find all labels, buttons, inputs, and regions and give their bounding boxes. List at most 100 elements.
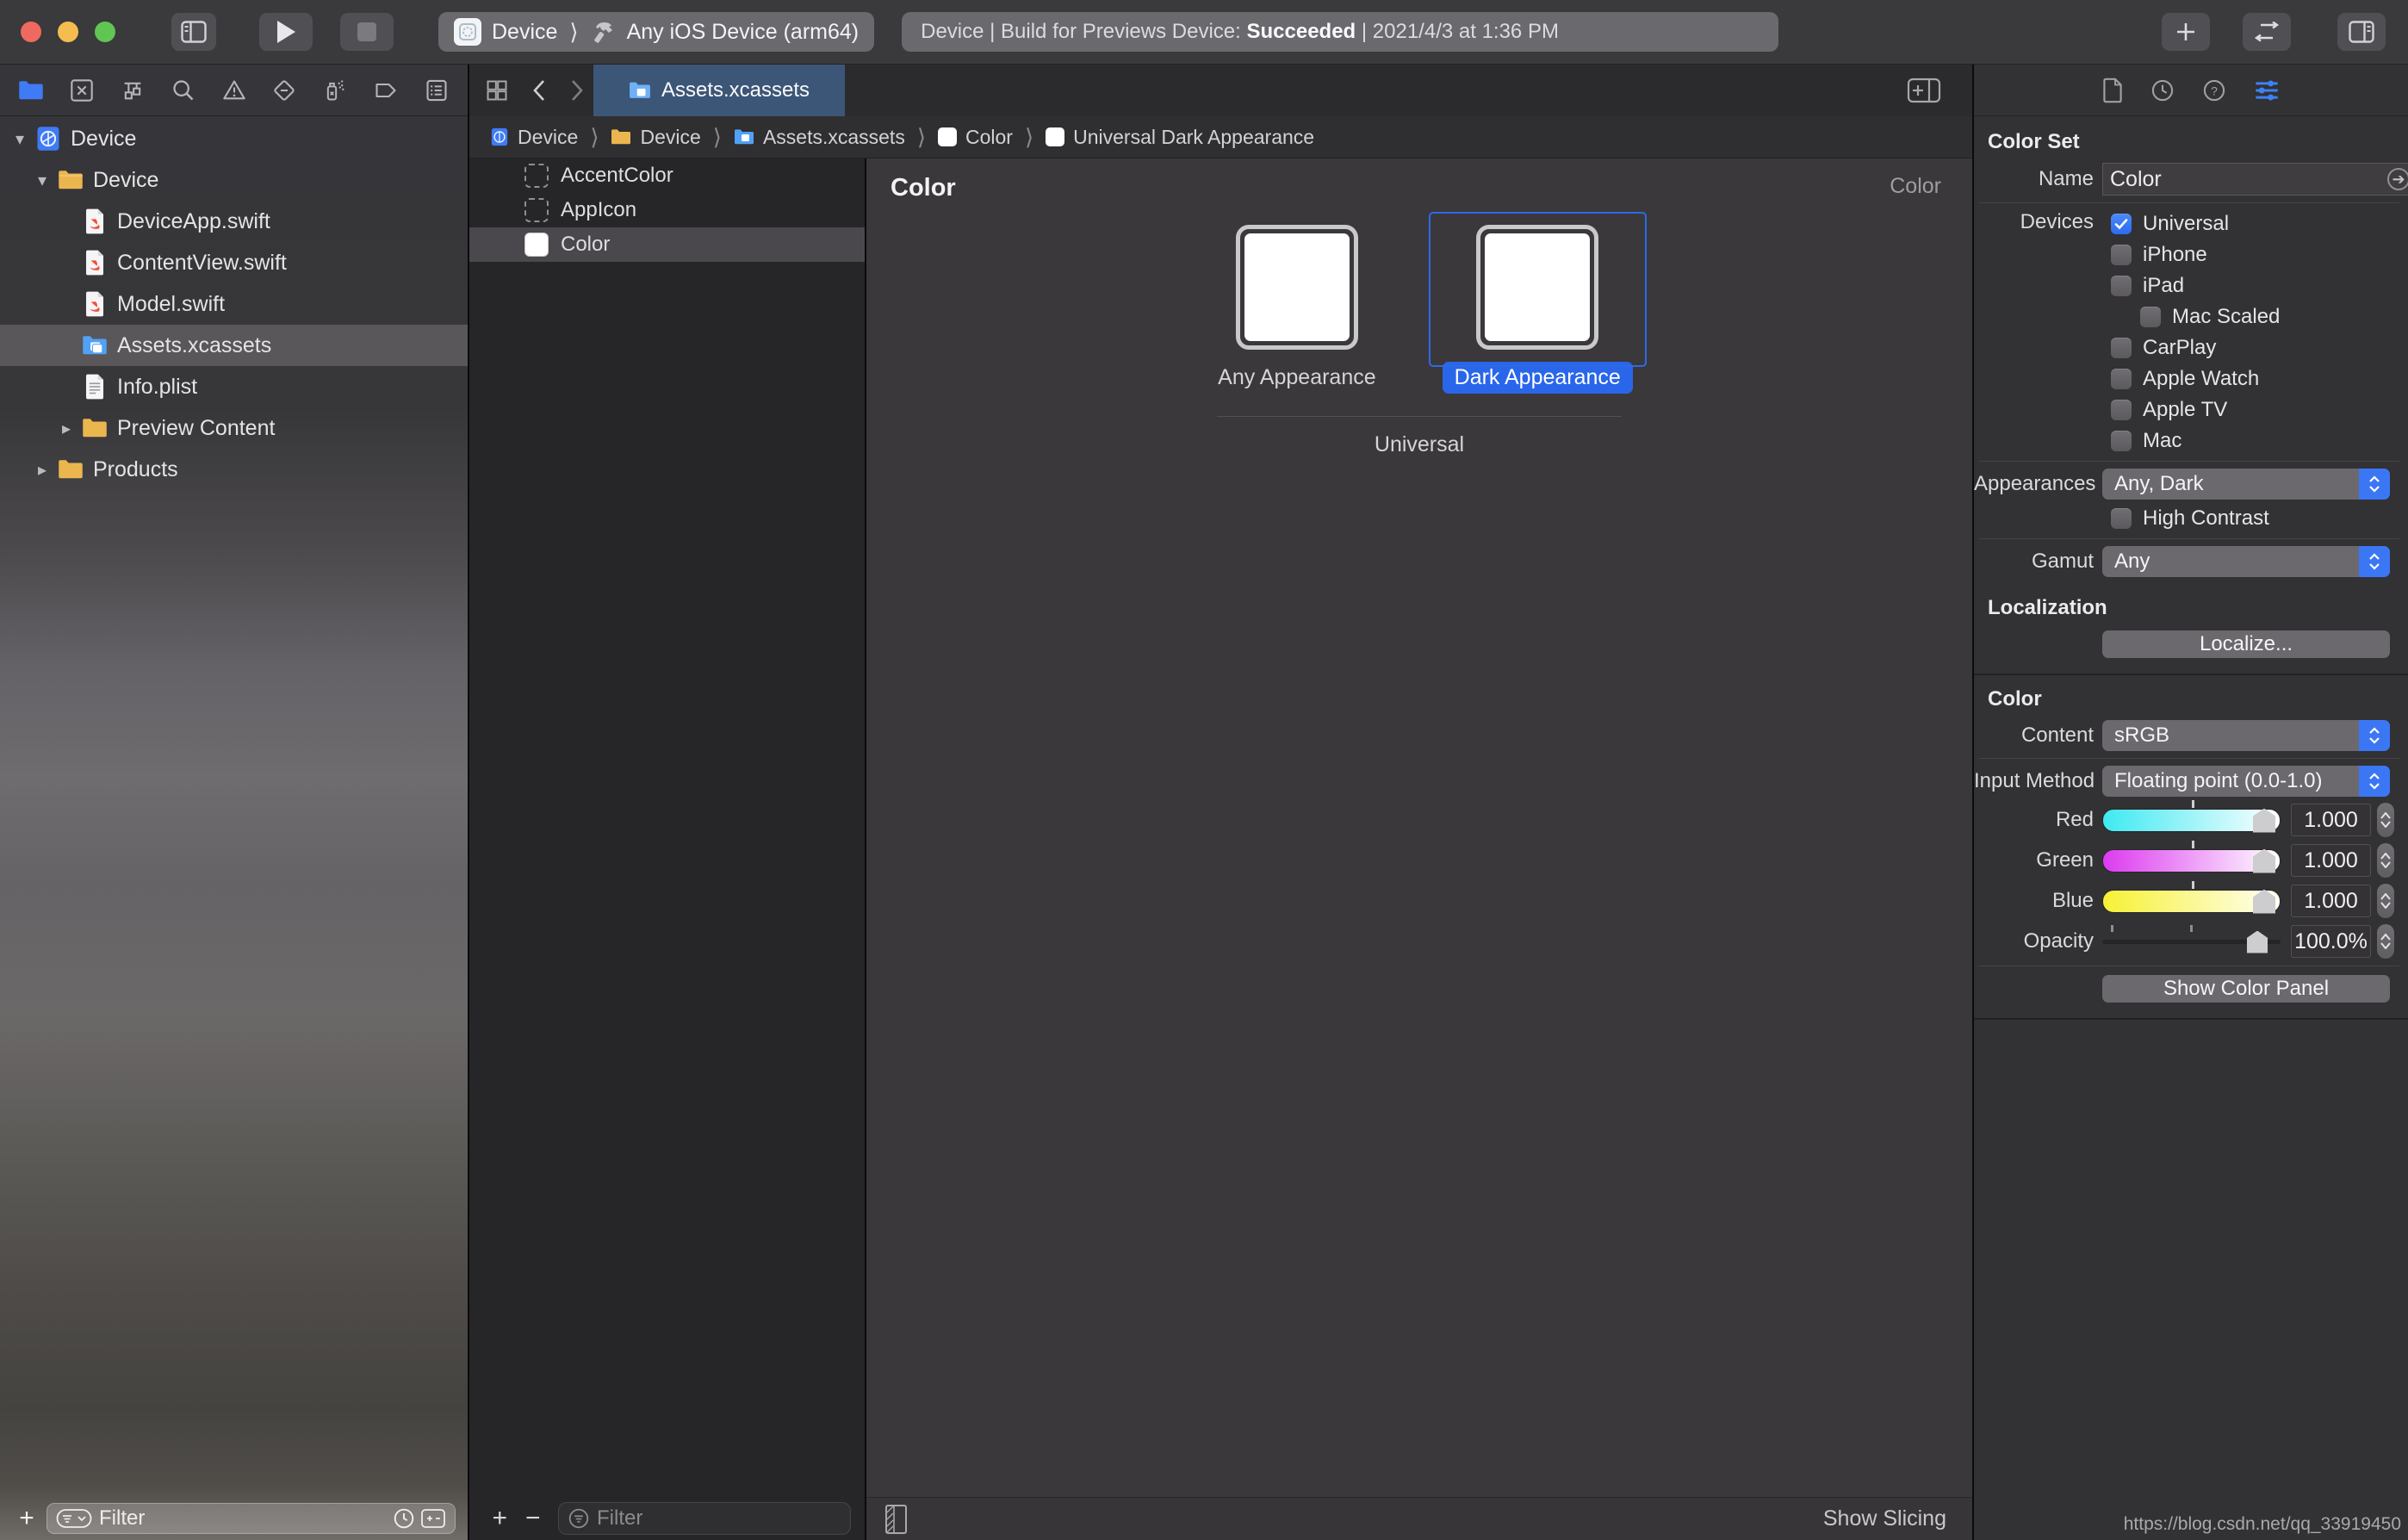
checkbox-icon[interactable] xyxy=(2140,307,2161,327)
tree-row-info-plist[interactable]: Info.plist xyxy=(0,366,468,407)
high-contrast-checkbox[interactable]: High Contrast xyxy=(2111,505,2399,531)
tree-row-model-swift[interactable]: Model.swift xyxy=(0,283,468,325)
toggle-right-sidebar-button[interactable] xyxy=(2337,13,2386,51)
appearances-popup[interactable]: Any, Dark xyxy=(2102,469,2390,500)
opacity-slider-thumb[interactable] xyxy=(2247,931,2268,953)
tree-row-assets-xcassets[interactable]: Assets.xcassets xyxy=(0,325,468,366)
disclosure-closed-icon[interactable]: ▸ xyxy=(31,459,53,481)
activity-status-bar[interactable]: Device | Build for Previews Device: Succ… xyxy=(902,12,1778,52)
device-checkbox-ipad[interactable]: iPad xyxy=(2111,272,2399,299)
asset-filter-input[interactable] xyxy=(597,1506,864,1531)
red-slider[interactable] xyxy=(2102,809,2281,832)
close-window-button[interactable] xyxy=(21,22,41,42)
red-stepper[interactable] xyxy=(2377,803,2394,837)
tree-row-project-device[interactable]: ▾ Device xyxy=(0,118,468,159)
dark-appearance-well[interactable]: Dark Appearance xyxy=(1443,225,1633,394)
zoom-window-button[interactable] xyxy=(95,22,115,42)
report-navigator-tab[interactable] xyxy=(418,71,456,109)
green-stepper[interactable] xyxy=(2377,843,2394,878)
tree-row-products[interactable]: ▸ Products xyxy=(0,449,468,490)
checkbox-icon[interactable] xyxy=(2111,338,2132,358)
asset-row-accentcolor[interactable]: AccentColor xyxy=(469,158,865,193)
device-checkbox-mac-scaled[interactable]: Mac Scaled xyxy=(2140,303,2399,330)
breadcrumb-item-variant[interactable]: Universal Dark Appearance xyxy=(1046,126,1314,149)
blue-value-field[interactable]: 1.000 xyxy=(2291,885,2371,917)
scheme-selector[interactable]: Device ⟩ Any iOS Device (arm64) xyxy=(438,12,874,52)
opacity-value-field[interactable]: 100.0% xyxy=(2291,925,2371,958)
checkbox-icon[interactable] xyxy=(2111,276,2132,296)
checkbox-icon[interactable] xyxy=(2111,508,2132,529)
asset-row-appicon[interactable]: AppIcon xyxy=(469,193,865,227)
device-checkbox-universal[interactable]: Universal xyxy=(2111,210,2399,237)
add-asset-button[interactable]: + xyxy=(483,1504,517,1533)
issue-navigator-tab[interactable] xyxy=(215,71,253,109)
test-navigator-tab[interactable] xyxy=(265,71,303,109)
tree-row-deviceapp-swift[interactable]: DeviceApp.swift xyxy=(0,201,468,242)
device-checkbox-iphone[interactable]: iPhone xyxy=(2111,241,2399,268)
opacity-slider[interactable] xyxy=(2102,930,2281,953)
minimize-window-button[interactable] xyxy=(58,22,78,42)
opacity-stepper[interactable] xyxy=(2377,924,2394,959)
blue-stepper[interactable] xyxy=(2377,884,2394,918)
related-items-icon[interactable] xyxy=(485,78,509,102)
add-file-button[interactable]: + xyxy=(12,1504,41,1533)
localize-button[interactable]: Localize... xyxy=(2102,630,2390,658)
blue-slider-thumb[interactable] xyxy=(2253,890,2275,914)
stop-button[interactable] xyxy=(340,13,394,51)
file-inspector-tab-icon[interactable] xyxy=(2102,78,2123,103)
source-control-status-icon[interactable] xyxy=(420,1507,446,1530)
checkbox-icon[interactable] xyxy=(2111,400,2132,420)
device-checkbox-apple-tv[interactable]: Apple TV xyxy=(2111,396,2399,423)
slicing-icon[interactable] xyxy=(880,1502,911,1537)
tree-row-contentview-swift[interactable]: ContentView.swift xyxy=(0,242,468,283)
content-popup[interactable]: sRGB xyxy=(2102,720,2390,751)
checkbox-icon[interactable] xyxy=(2111,369,2132,389)
project-navigator-tab[interactable] xyxy=(12,71,50,109)
symbol-navigator-tab[interactable] xyxy=(114,71,152,109)
red-slider-thumb[interactable] xyxy=(2253,809,2275,833)
input-method-popup[interactable]: Floating point (0.0-1.0) xyxy=(2102,766,2390,797)
source-control-navigator-tab[interactable] xyxy=(63,71,101,109)
color-well[interactable] xyxy=(1476,225,1598,350)
asset-filter-field[interactable] xyxy=(558,1502,851,1535)
checkbox-icon[interactable] xyxy=(2111,431,2132,451)
any-appearance-well[interactable]: Any Appearance xyxy=(1206,225,1387,394)
name-input[interactable] xyxy=(2110,167,2387,192)
tree-row-preview-content[interactable]: ▸ Preview Content xyxy=(0,407,468,449)
green-value-field[interactable]: 1.000 xyxy=(2291,844,2371,877)
library-add-button[interactable] xyxy=(2162,13,2210,51)
forward-chevron-icon[interactable] xyxy=(569,78,585,102)
gamut-popup[interactable]: Any xyxy=(2102,546,2390,577)
help-inspector-tab-icon[interactable]: ? xyxy=(2202,78,2226,102)
breakpoint-navigator-tab[interactable] xyxy=(367,71,405,109)
device-checkbox-mac[interactable]: Mac xyxy=(2111,427,2399,454)
run-button[interactable] xyxy=(259,13,313,51)
debug-navigator-tab[interactable] xyxy=(316,71,354,109)
navigator-filter-input[interactable] xyxy=(99,1506,393,1531)
add-editor-button[interactable] xyxy=(1907,65,1972,116)
tab-assets-xcassets[interactable]: Assets.xcassets xyxy=(593,65,845,116)
name-field[interactable]: ➔ xyxy=(2102,163,2408,196)
asset-row-color[interactable]: Color xyxy=(469,227,865,262)
code-review-button[interactable] xyxy=(2243,13,2291,51)
device-checkbox-apple-watch[interactable]: Apple Watch xyxy=(2111,365,2399,392)
disclosure-open-icon[interactable]: ▾ xyxy=(31,170,53,191)
color-well[interactable] xyxy=(1236,225,1358,350)
toggle-left-sidebar-button[interactable] xyxy=(171,13,216,51)
show-slicing-button[interactable]: Show Slicing xyxy=(1823,1506,1946,1531)
recent-files-clock-icon[interactable] xyxy=(393,1507,415,1530)
checkbox-checked-icon[interactable] xyxy=(2111,214,2132,234)
tree-row-folder-device[interactable]: ▾ Device xyxy=(0,159,468,201)
breadcrumb-item-color[interactable]: Color xyxy=(938,126,1013,149)
checkbox-icon[interactable] xyxy=(2111,245,2132,265)
navigator-filter-field[interactable] xyxy=(47,1503,456,1534)
breadcrumb-item-project[interactable]: Device xyxy=(490,126,578,149)
device-checkbox-carplay[interactable]: CarPlay xyxy=(2111,334,2399,361)
history-inspector-tab-icon[interactable] xyxy=(2150,78,2175,102)
breadcrumb-item-group[interactable]: Device xyxy=(611,126,700,149)
red-value-field[interactable]: 1.000 xyxy=(2291,804,2371,836)
find-navigator-tab[interactable] xyxy=(164,71,202,109)
back-chevron-icon[interactable] xyxy=(531,78,547,102)
disclosure-closed-icon[interactable]: ▸ xyxy=(55,418,78,439)
blue-slider[interactable] xyxy=(2102,890,2281,913)
